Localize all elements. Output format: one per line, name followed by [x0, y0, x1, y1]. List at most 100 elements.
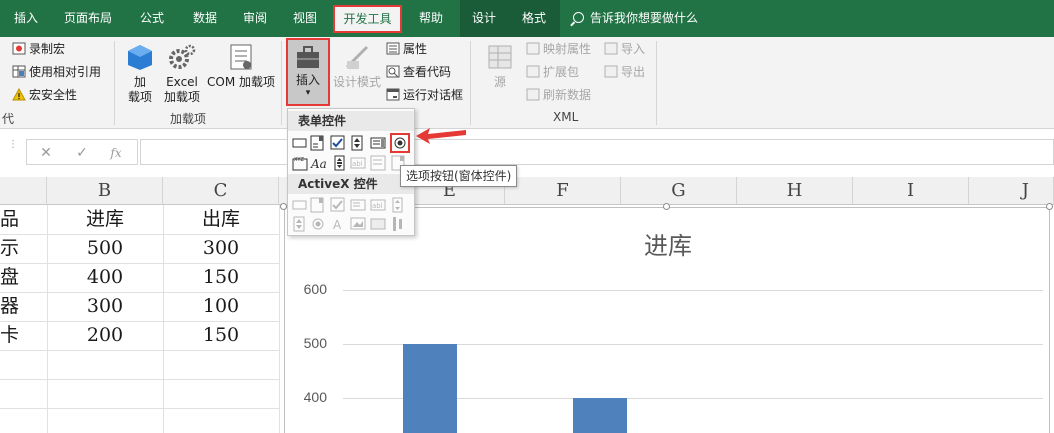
formula-bar: ⋮ ✕ ✓ fx: [0, 129, 1054, 177]
column-header-h[interactable]: H: [737, 177, 853, 205]
group-box-control-icon[interactable]: XYZ: [292, 155, 308, 171]
run-dialog-button[interactable]: 运行对话框: [386, 85, 463, 105]
chart-bar[interactable]: [403, 344, 457, 433]
export-button[interactable]: 导出: [604, 62, 645, 82]
resize-handle[interactable]: ⋮: [8, 140, 18, 157]
activex-more-controls-icon[interactable]: [390, 216, 406, 232]
relative-reference-button[interactable]: 使用相对引用: [12, 62, 101, 82]
tab-page-layout[interactable]: 页面布局: [52, 0, 124, 37]
chevron-down-icon: ▾: [305, 88, 311, 98]
cell-a4[interactable]: 器: [0, 292, 26, 321]
activex-scroll-bar-icon[interactable]: [390, 197, 406, 213]
map-properties-button[interactable]: 映射属性: [526, 39, 591, 59]
formula-input[interactable]: [140, 139, 1054, 165]
combo-box-control-icon[interactable]: [310, 135, 326, 151]
worksheet-grid[interactable]: 品 进库 出库 示 500 300 盘 400 150 器 300 100 卡 …: [0, 205, 280, 433]
chart-bar[interactable]: [573, 398, 627, 433]
design-mode-button[interactable]: 设计模式: [332, 43, 382, 90]
activex-text-box-icon[interactable]: abl: [370, 197, 386, 213]
column-header-b[interactable]: B: [47, 177, 163, 205]
macro-security-button[interactable]: 宏安全性: [12, 85, 77, 105]
chart-resize-handle[interactable]: [1046, 203, 1053, 210]
checkbox-control-icon[interactable]: [330, 135, 346, 151]
column-header-g[interactable]: G: [621, 177, 737, 205]
cell-b4[interactable]: 300: [47, 292, 163, 321]
label-control-icon[interactable]: Aa: [310, 155, 328, 171]
cell-c5[interactable]: 150: [163, 321, 279, 350]
form-controls-header: 表单控件: [288, 111, 414, 131]
cell-b3[interactable]: 400: [47, 263, 163, 292]
tab-view[interactable]: 视图: [280, 0, 330, 37]
formula-buttons: ✕ ✓ fx: [26, 139, 138, 165]
import-button[interactable]: 导入: [604, 39, 645, 59]
tab-format[interactable]: 格式: [508, 0, 560, 37]
expansion-packs-button[interactable]: 扩展包: [526, 62, 579, 82]
activex-toggle-button-icon[interactable]: [370, 216, 386, 232]
tab-help[interactable]: 帮助: [405, 0, 457, 37]
tab-formulas[interactable]: 公式: [124, 0, 180, 37]
insert-function-icon[interactable]: fx: [107, 144, 125, 162]
addins-button[interactable]: 加 载项: [120, 43, 160, 105]
option-button-control-icon[interactable]: [390, 133, 410, 153]
activex-list-box-icon[interactable]: [350, 197, 366, 213]
combo-list-edit-control-icon[interactable]: [370, 155, 386, 171]
excel-addins-button[interactable]: Excel 加载项: [160, 43, 204, 105]
cell-b5[interactable]: 200: [47, 321, 163, 350]
cell-c1[interactable]: 出库: [163, 205, 279, 234]
y-tick-label: 400: [303, 389, 327, 405]
com-addins-button[interactable]: COM 加载项: [204, 43, 278, 90]
view-code-button[interactable]: 查看代码: [386, 62, 451, 82]
list-box-control-icon[interactable]: [370, 135, 386, 151]
cell-a3[interactable]: 盘: [0, 263, 20, 292]
xml-source-button[interactable]: 源: [482, 43, 518, 90]
tab-design[interactable]: 设计: [460, 0, 508, 37]
column-header-c[interactable]: C: [163, 177, 279, 205]
activex-label-icon[interactable]: A: [330, 216, 346, 232]
refresh-data-button[interactable]: 刷新数据: [526, 85, 591, 105]
column-header-j[interactable]: J: [969, 177, 1054, 205]
text-field-control-icon[interactable]: abl: [350, 155, 366, 171]
tab-developer[interactable]: 开发工具: [333, 5, 402, 33]
cancel-icon[interactable]: ✕: [37, 144, 55, 162]
toolbox-icon: [297, 46, 319, 68]
activex-spin-button-icon[interactable]: [292, 216, 308, 232]
activex-combo-box-icon[interactable]: [310, 197, 326, 213]
record-macro-button[interactable]: 录制宏: [12, 39, 65, 59]
chart-area[interactable]: 进库 600 500 400: [284, 207, 1050, 433]
cell-c3[interactable]: 150: [163, 263, 279, 292]
cell-c4[interactable]: 100: [163, 292, 279, 321]
chart-resize-handle[interactable]: [663, 203, 670, 210]
properties-button[interactable]: 属性: [386, 39, 427, 59]
activex-controls-header: ActiveX 控件: [288, 174, 414, 194]
column-header-a[interactable]: [0, 177, 47, 205]
tab-review[interactable]: 审阅: [230, 0, 280, 37]
cell-a5[interactable]: 卡: [0, 321, 20, 350]
grid-line: [0, 350, 280, 351]
gear-icon: [169, 44, 196, 69]
button-control-icon[interactable]: [292, 135, 308, 151]
insert-controls-button[interactable]: 插入 ▾: [286, 38, 330, 106]
cell-a1[interactable]: 品: [0, 205, 20, 234]
scroll-bar-control-icon[interactable]: [332, 155, 348, 171]
activex-image-icon[interactable]: [350, 216, 366, 232]
column-header-f[interactable]: F: [505, 177, 621, 205]
tab-insert[interactable]: 插入: [0, 0, 52, 37]
map-properties-icon: [526, 41, 540, 55]
tab-data[interactable]: 数据: [180, 0, 230, 37]
chart-resize-handle[interactable]: [280, 203, 287, 210]
column-header-i[interactable]: I: [853, 177, 969, 205]
activex-checkbox-icon[interactable]: [330, 197, 346, 213]
activex-button-icon[interactable]: [292, 197, 308, 213]
addins-group-label: 加载项: [170, 112, 207, 126]
cell-c2[interactable]: 300: [163, 234, 279, 263]
properties-icon: [386, 41, 400, 55]
cell-a2[interactable]: 示: [0, 234, 20, 263]
spin-button-control-icon[interactable]: [350, 135, 366, 151]
xml-source-icon: [488, 45, 512, 69]
cell-b1[interactable]: 进库: [47, 205, 163, 234]
activex-option-button-icon[interactable]: [310, 216, 326, 232]
enter-icon[interactable]: ✓: [73, 144, 91, 162]
relative-reference-icon: [12, 64, 26, 78]
cell-b2[interactable]: 500: [47, 234, 163, 263]
tell-me-search[interactable]: 告诉我你想要做什么: [573, 0, 698, 37]
